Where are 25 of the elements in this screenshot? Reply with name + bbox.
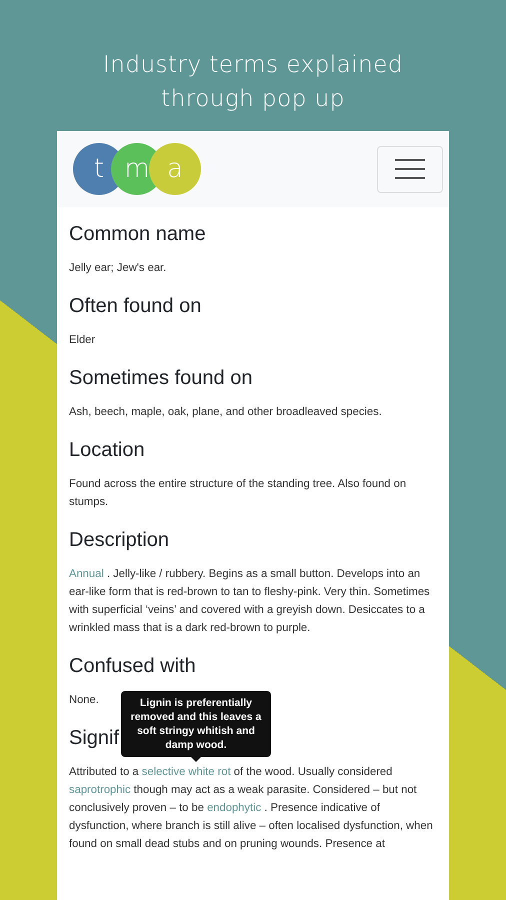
- section-text: Attributed to a selective white rot of the wood. Usually considered saprotrophic though may act as a weak parasite. Considered – but not conclusively proven – to be endophytic . Presence indicative of dysfunction, where branch is still alive – often localised dysfunction, when found on small dead stubs and on pruning wounds. Presence at: [69, 765, 434, 852]
- section-heading: Common name: [69, 222, 206, 247]
- menu-icon: [395, 158, 425, 180]
- section-text: Annual . Jelly-like / rubbery. Begins as a small button. Develops into an ear-like form that is red-brown to tan to fleshy-pink. Very thin. Sometimes with superficial ‘veins’ and covered with a greyish down. Desiccates to a wrinkled mass that is a dark red-brown to purple.: [69, 567, 431, 636]
- section-text: Found across the entire structure of the standing tree. Also found on stumps.: [69, 477, 408, 510]
- section-text: Elder: [69, 333, 96, 348]
- term-link[interactable]: selective white rot: [142, 766, 231, 778]
- section-heading: Confused with: [69, 654, 196, 679]
- section-text: Ash, beech, maple, oak, plane, and other broadleaved species.: [69, 405, 382, 420]
- section-heading: Sometimes found on: [69, 366, 252, 391]
- section-text: None.: [69, 693, 99, 708]
- section-heading: Location: [69, 438, 145, 463]
- section-heading: Description: [69, 528, 170, 553]
- section-text: Jelly ear; Jew's ear.: [69, 261, 166, 276]
- section-heading: Often found on: [69, 294, 202, 319]
- headline: Industry terms explained: [103, 51, 403, 80]
- term-link[interactable]: saprotrophic: [69, 784, 131, 796]
- headline: through pop up: [161, 85, 345, 114]
- term-link[interactable]: Annual: [69, 568, 104, 580]
- tooltip: Lignin is preferentially removed and this leaves a soft stringy whitish and damp wood.: [121, 691, 271, 757]
- menu-button[interactable]: [377, 146, 443, 192]
- logo-letter: a: [149, 143, 201, 195]
- tooltip-arrow: [191, 757, 201, 762]
- term-link[interactable]: endophytic: [207, 802, 262, 814]
- section-heading: Signif: [69, 726, 120, 751]
